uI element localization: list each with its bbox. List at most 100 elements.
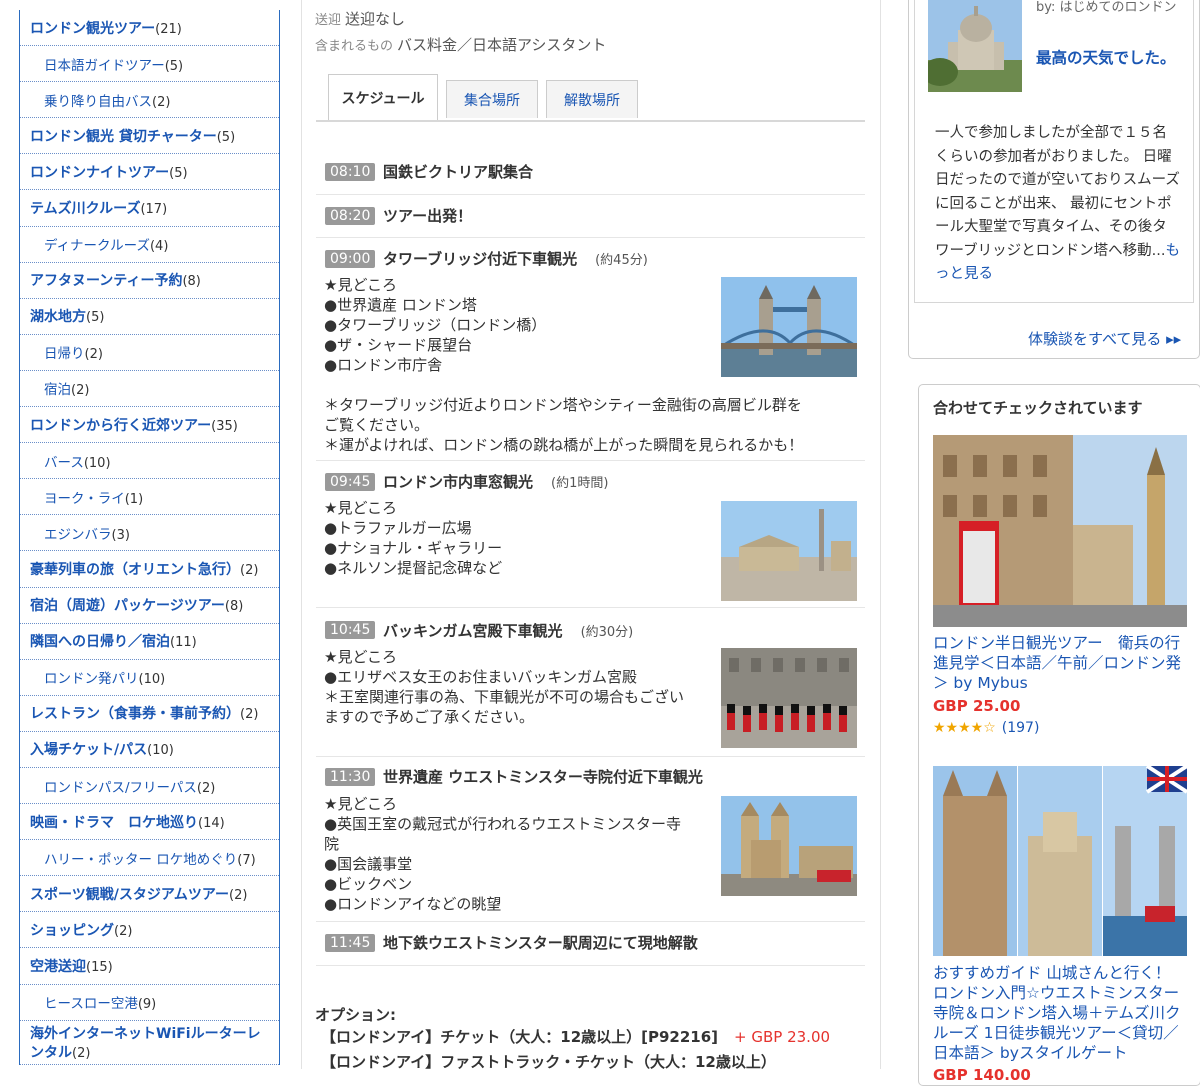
schedule-title-text: ツアー出発！: [383, 207, 473, 225]
schedule-highlights: ★見どころ ●エリザベス女王のお住まいバッキンガム宮殿 ＊王室関連行事の為、下車観光…: [324, 647, 684, 727]
sidebar-category-item[interactable]: バース(10): [20, 443, 279, 480]
schedule-time: 08:10: [325, 163, 376, 181]
note-line: ＊運がよければ、ロンドン橋の跳ね橋が上がった瞬間を見られるかも！: [324, 436, 804, 454]
sidebar-category-item[interactable]: エジンバラ(3): [20, 515, 279, 552]
tab-meeting-point[interactable]: 集合場所: [446, 80, 538, 118]
sidebar-category-item[interactable]: ヒースロー空港(9): [20, 985, 279, 1021]
tab-schedule[interactable]: スケジュール: [328, 74, 438, 120]
sidebar-category-item[interactable]: 湖水地方(5): [20, 299, 279, 335]
option-item[interactable]: 【ロンドンアイ】チケット（大人：12歳以上）[P92216] + GBP 23.0…: [321, 1026, 830, 1047]
note-line: ご覧ください。: [324, 416, 430, 434]
category-count: (10): [83, 455, 111, 471]
category-label: ロンドン観光 貸切チャーター: [30, 128, 217, 145]
bridge-thumbnail[interactable]: [721, 277, 857, 377]
sidebar-category-item[interactable]: スポーツ観戦/スタジアムツアー(2): [20, 876, 279, 913]
review-count[interactable]: (197): [1002, 720, 1040, 736]
pickup-key: 送迎: [315, 13, 342, 28]
schedule-duration: (約30分): [580, 625, 634, 640]
big-ben-phonebox-image[interactable]: [933, 435, 1187, 627]
review-title[interactable]: 最高の天気でした。: [1036, 48, 1176, 69]
category-label: 宿泊（周遊）パッケージツアー: [30, 598, 225, 615]
category-label: ロンドンパス/フリーパス: [44, 779, 197, 796]
category-count: (8): [224, 599, 244, 615]
trafalgar-thumbnail[interactable]: [721, 501, 857, 601]
sidebar-category-item[interactable]: アフタヌーンティー予約(8): [20, 263, 279, 299]
schedule-title-text: タワーブリッジ付近下車観光: [383, 250, 578, 268]
review-byline: by: はじめてのロンドン: [1036, 0, 1177, 15]
sidebar-category-item[interactable]: 宿泊(2): [20, 371, 279, 408]
st-pauls-thumbnail[interactable]: [928, 0, 1022, 92]
recommend-item-title[interactable]: ロンドン半日観光ツアー 衛兵の行進見学＜日本語／午前／ロンドン発＞ by Myb…: [933, 633, 1183, 693]
category-count: (5): [164, 58, 184, 74]
schedule-time: 10:45: [325, 621, 376, 639]
recommend-item-price: GBP 25.00: [933, 697, 1021, 715]
category-label: ロンドンから行く近郊ツアー: [30, 417, 212, 434]
category-count: (3): [111, 527, 130, 543]
category-count: (21): [155, 21, 182, 37]
sidebar-category-item[interactable]: ハリー・ポッター ロケ地めぐり(7): [20, 840, 279, 877]
sidebar-category-item[interactable]: 空港送迎(15): [20, 948, 279, 985]
sidebar-category-item[interactable]: 映画・ドラマ ロケ地巡り(14): [20, 804, 279, 841]
category-count: (5): [169, 165, 188, 181]
see-all-reviews-link[interactable]: 体験談をすべて見る ▸▸: [1028, 328, 1181, 349]
sidebar-category-item[interactable]: 入場チケット/パス(10): [20, 732, 279, 768]
sidebar-category-item[interactable]: ロンドン観光 貸切チャーター(5): [20, 118, 279, 155]
sidebar-category-item[interactable]: 乗り降り自由バス(2): [20, 82, 279, 119]
westminster-tower-collage-image[interactable]: [933, 766, 1187, 956]
sidebar-category-item[interactable]: 日帰り(2): [20, 335, 279, 371]
category-count: (2): [72, 1045, 91, 1061]
highlight-line: 院: [324, 835, 340, 853]
sidebar-category-item[interactable]: 豪華列車の旅（オリエント急行）(2): [20, 551, 279, 588]
category-count: (4): [149, 239, 169, 255]
includes-value: バス料金／日本語アシスタント: [397, 36, 607, 54]
category-count: (2): [240, 707, 259, 723]
category-label: 海外インターネットWiFiルーターレンタル: [30, 1025, 261, 1061]
sidebar-category-item[interactable]: ロンドンパス/フリーパス(2): [20, 768, 279, 805]
category-count: (2): [229, 887, 248, 903]
note-line: ＊タワーブリッジ付近よりロンドン塔やシティー金融街の高層ビル群を: [324, 396, 802, 414]
category-label: 豪華列車の旅（オリエント急行）: [30, 561, 240, 578]
sidebar-category-item[interactable]: 海外インターネットWiFiルーターレンタル(2): [20, 1021, 279, 1065]
category-count: (7): [237, 852, 256, 868]
category-count: (5): [86, 310, 105, 326]
category-count: (10): [147, 743, 174, 759]
sidebar-category-item[interactable]: 宿泊（周遊）パッケージツアー(8): [20, 588, 279, 624]
category-label: ヨーク・ライ: [44, 490, 125, 507]
sidebar-category-item[interactable]: ロンドンナイトツアー(5): [20, 154, 279, 191]
pickup-value: 送迎なし: [345, 10, 406, 28]
sidebar-category-item[interactable]: 日本語ガイドツアー(5): [20, 46, 279, 83]
schedule-time: 09:00: [325, 250, 376, 268]
schedule-time: 11:45: [325, 934, 376, 952]
review-text: 一人で参加しましたが全部で１５名くらいの参加者がおりました。 日曜日だったので道…: [935, 122, 1180, 287]
sidebar-category-item[interactable]: ロンドン発パリ(10): [20, 660, 279, 696]
includes-key: 含まれるもの: [315, 39, 394, 54]
sidebar-category-item[interactable]: ロンドン観光ツアー(21): [20, 10, 279, 47]
tab-dropoff-point[interactable]: 解散場所: [546, 80, 638, 118]
highlight-line: ●ロンドン市庁舎: [324, 356, 443, 374]
category-label: アフタヌーンティー予約: [30, 273, 183, 290]
category-label: ヒースロー空港: [44, 996, 138, 1013]
category-label: 日本語ガイドツアー: [44, 57, 165, 74]
sidebar-category-item[interactable]: ロンドンから行く近郊ツアー(35): [20, 407, 279, 444]
category-count: (11): [170, 635, 197, 651]
option-label: 【ロンドンアイ】チケット（大人：12歳以上）[P92216]: [321, 1028, 719, 1046]
sidebar-category-item[interactable]: レストラン（食事券・事前予約）(2): [20, 696, 279, 732]
sidebar-category-item[interactable]: 隣国への日帰り／宿泊(11): [20, 624, 279, 660]
category-count: (5): [216, 129, 236, 145]
sidebar-category-item[interactable]: テムズ川クルーズ(17): [20, 190, 279, 227]
sidebar-category-item[interactable]: ショッピング(2): [20, 912, 279, 949]
schedule-title: 国鉄ビクトリア駅集合: [383, 161, 533, 182]
schedule-time: 08:20: [325, 207, 376, 225]
category-label: ハリー・ポッター ロケ地めぐり: [44, 851, 238, 868]
review-panel: by: はじめてのロンドン 最高の天気でした。 一人で参加しましたが全部で１５名…: [908, 0, 1200, 359]
sidebar-category-item[interactable]: ディナークルーズ(4): [20, 227, 279, 263]
sidebar-category-item[interactable]: ヨーク・ライ(1): [20, 479, 279, 516]
category-count: (17): [140, 202, 168, 218]
schedule-highlights: ★見どころ ●英国王室の戴冠式が行われるウエストミンスター寺院 ●国会議事堂 ●ビック…: [324, 794, 681, 914]
abbey-thumbnail[interactable]: [721, 796, 857, 896]
category-label: 日帰り: [44, 346, 85, 363]
palace-thumbnail[interactable]: [721, 648, 857, 748]
recommend-item-title[interactable]: おすすめガイド 山城さんと行く！ロンドン入門☆ウエストミンスター寺院＆ロンドン塔…: [933, 963, 1183, 1063]
category-count: (15): [86, 959, 113, 975]
rating: ★★★★☆ (197): [933, 720, 1039, 736]
